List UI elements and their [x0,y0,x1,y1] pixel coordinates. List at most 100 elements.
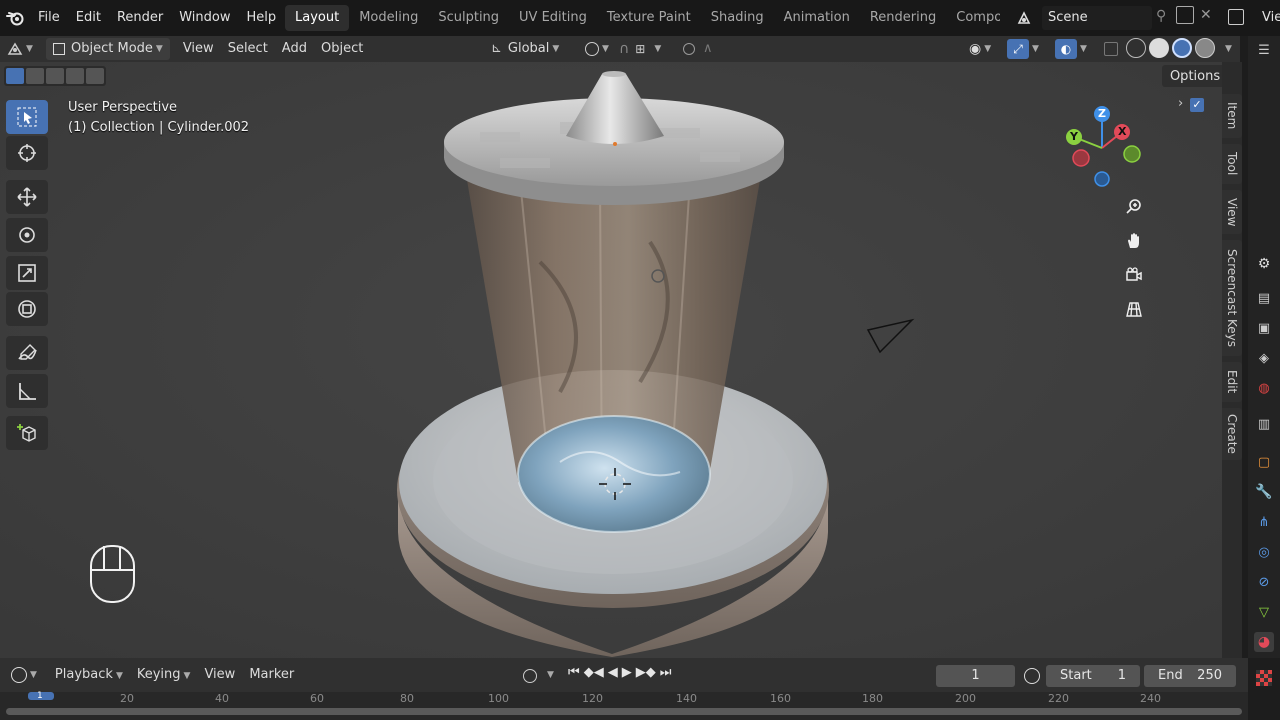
tab-modeling[interactable]: Modeling [349,5,428,31]
n-tab-item[interactable]: Item [1222,94,1242,138]
scale-tool[interactable] [6,256,48,290]
tab-shading[interactable]: Shading [701,5,774,31]
n-tab-screencast-keys[interactable]: Screencast Keys [1222,240,1242,356]
scene-properties-icon[interactable]: ◍ [1254,378,1274,398]
annotate-tool[interactable] [6,336,48,370]
physics-properties-icon[interactable]: ◎ [1254,542,1274,562]
menu-window[interactable]: Window [171,0,238,36]
chevron-down-icon[interactable]: ▼ [547,670,554,680]
pan-button[interactable] [1120,227,1148,255]
pivot-point-dropdown[interactable]: ▼ [578,38,616,60]
select-new-icon[interactable] [6,68,24,84]
current-frame-field[interactable]: 1 [936,665,1015,687]
select-extend-icon[interactable] [26,68,44,84]
n-tab-create[interactable]: Create [1222,408,1242,460]
transform-orientation-dropdown[interactable]: ⊾ Global ▼ [484,38,566,60]
tab-rendering[interactable]: Rendering [860,5,946,31]
marker-menu[interactable]: Marker [242,664,301,686]
end-frame-field[interactable]: End 250 [1144,665,1236,687]
ortho-toggle-button[interactable] [1120,295,1148,323]
object-mode-dropdown[interactable]: Object Mode ▼ [46,38,170,60]
add-cube-tool[interactable] [6,416,48,450]
select-subtract-icon[interactable] [46,68,64,84]
world-properties-icon[interactable]: ▥ [1254,414,1274,434]
object-properties-icon[interactable]: ▢ [1254,452,1274,472]
playback-menu[interactable]: Playback ▼ [48,664,130,686]
material-properties-icon[interactable]: ◕ [1254,632,1274,652]
tab-uv-editing[interactable]: UV Editing [509,5,597,31]
timeline-ruler[interactable]: 20 40 60 80 100 120 140 160 180 200 220 … [0,691,1248,720]
material-preview-icon[interactable] [1172,38,1192,58]
timeline-editor-type-button[interactable]: ▼ [4,664,44,686]
start-frame-field[interactable]: Start 1 [1046,665,1140,687]
play-icon[interactable]: ▶ [622,665,632,680]
keying-menu[interactable]: Keying ▼ [130,664,198,686]
editor-type-button[interactable]: ▼ [0,38,42,60]
snap-toggle[interactable]: ∩ ⊞ ▼ [612,38,668,60]
sidebar-expand-icon[interactable]: › [1178,96,1183,111]
zoom-button[interactable] [1120,193,1148,221]
data-properties-icon[interactable]: ▽ [1254,602,1274,622]
scene-name-field[interactable]: Scene [1042,6,1152,30]
chevron-down-icon[interactable]: ▼ [1225,44,1232,54]
solid-shading-icon[interactable] [1149,38,1169,58]
menu-add[interactable]: Add [275,38,314,60]
navigation-gizmo[interactable]: Z X Y [1064,102,1144,192]
xray-icon[interactable] [1104,42,1118,56]
gizmo-toggle[interactable]: ⤢ ▼ [1000,38,1046,60]
rotate-tool[interactable] [6,218,48,252]
overlay-checkbox[interactable]: ✓ [1190,98,1204,112]
menu-file[interactable]: File [30,0,68,36]
scene-icon[interactable] [1010,8,1038,28]
output-properties-icon[interactable]: ▣ [1254,318,1274,338]
proportional-edit-toggle[interactable]: ∧ [676,38,720,60]
tab-compositing[interactable]: Compositing [946,5,1000,31]
n-tab-view[interactable]: View [1222,190,1242,234]
new-scene-icon[interactable] [1176,6,1194,24]
wireframe-shading-icon[interactable] [1126,38,1146,58]
tab-animation[interactable]: Animation [774,5,860,31]
camera-view-button[interactable] [1120,261,1148,289]
n-tab-edit[interactable]: Edit [1222,362,1242,402]
menu-edit[interactable]: Edit [68,0,109,36]
tab-layout[interactable]: Layout [285,5,350,31]
cursor-tool[interactable] [6,136,48,170]
menu-select[interactable]: Select [221,38,275,60]
menu-render[interactable]: Render [109,0,171,36]
view-layer-icon[interactable] [1228,9,1244,25]
menu-object[interactable]: Object [314,38,370,60]
view-layer-properties-icon[interactable]: ◈ [1254,348,1274,368]
view-layer-label[interactable]: Vie [1262,10,1280,25]
move-tool[interactable] [6,180,48,214]
blender-logo-icon[interactable] [0,0,30,36]
prev-keyframe-icon[interactable]: ◆◀ [584,665,604,680]
pin-icon[interactable]: ⚲ [1156,8,1166,24]
tab-texture-paint[interactable]: Texture Paint [597,5,701,31]
overlays-toggle[interactable]: ◐ ▼ [1048,38,1094,60]
close-icon[interactable]: ✕ [1200,7,1212,23]
particles-properties-icon[interactable]: ⋔ [1254,512,1274,532]
options-button[interactable]: Options ▼ [1162,65,1222,87]
visibility-dropdown[interactable]: ◉ ▼ [962,38,998,60]
rendered-shading-icon[interactable] [1195,38,1215,58]
modifier-properties-icon[interactable]: 🔧 [1254,482,1274,502]
transform-tool[interactable] [6,292,48,326]
select-intersect-icon[interactable] [86,68,104,84]
play-reverse-icon[interactable]: ◀ [608,665,618,680]
tab-sculpting[interactable]: Sculpting [428,5,509,31]
texture-properties-icon[interactable] [1256,670,1272,686]
stopwatch-icon[interactable] [1024,668,1040,684]
3d-viewport[interactable]: User Perspective (1) Collection | Cylind… [0,62,1222,658]
select-box-tool[interactable] [6,100,48,134]
render-properties-icon[interactable]: ▤ [1254,288,1274,308]
select-invert-icon[interactable] [66,68,84,84]
measure-tool[interactable] [6,374,48,408]
jump-end-icon[interactable]: ⏭ [660,665,672,680]
auto-keying-icon[interactable] [523,669,537,683]
outliner-icon[interactable]: ☰ [1254,40,1274,60]
menu-help[interactable]: Help [239,0,285,36]
constraints-properties-icon[interactable]: ⊘ [1254,572,1274,592]
timeline-scrollbar[interactable] [6,708,1242,715]
jump-start-icon[interactable]: ⏮ [568,665,580,680]
n-tab-tool[interactable]: Tool [1222,144,1242,184]
